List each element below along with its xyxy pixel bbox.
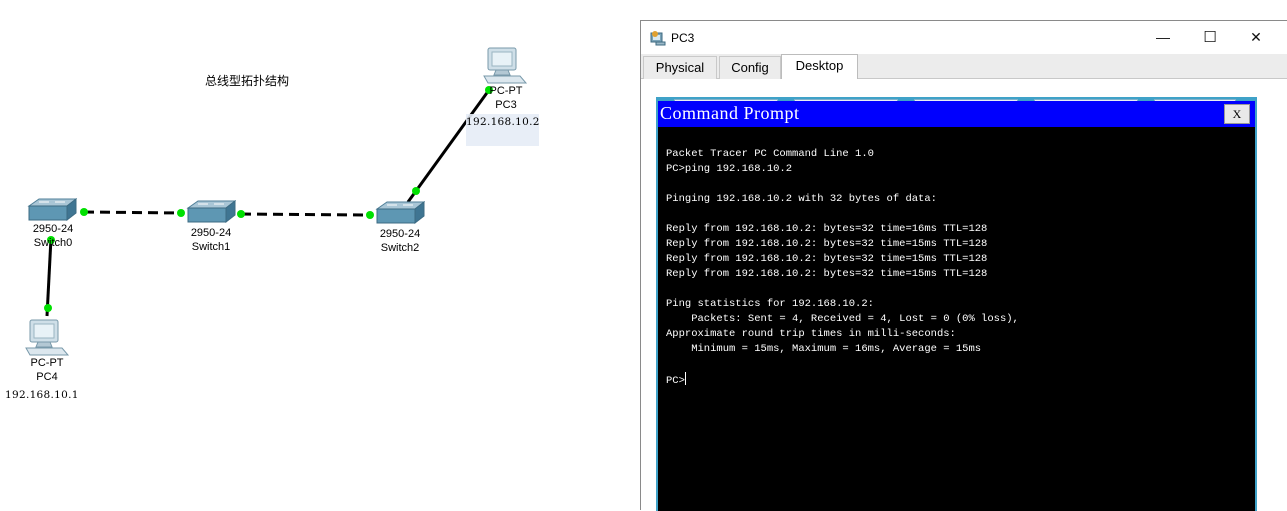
terminal-line: Minimum = 15ms, Maximum = 16ms, Average …: [666, 343, 982, 355]
window-title: PC3: [671, 31, 695, 45]
pc3-window[interactable]: PC3 — ☐ ✕ Physical Config Desktop Comman…: [640, 20, 1287, 511]
topology-canvas[interactable]: 总线型拓扑结构 2950-24 Switch0 2950-24 Switch1 …: [0, 0, 640, 510]
pc-icon: [25, 319, 70, 356]
command-prompt-close-button[interactable]: X: [1224, 104, 1250, 124]
link-switch1-switch2: [240, 212, 371, 217]
link-light: [177, 209, 185, 217]
terminal-line: Approximate round trip times in milli-se…: [666, 328, 956, 340]
maximize-icon: ☐: [1203, 29, 1217, 46]
window-titlebar[interactable]: PC3 — ☐ ✕: [641, 21, 1287, 54]
link-light: [44, 304, 52, 312]
pc3-ip-label: 192.168.10.2: [466, 114, 539, 146]
pc4-ip-label: 192.168.10.1: [5, 389, 79, 401]
pc3-label: PC-PT PC3: [489, 85, 523, 111]
maximize-button[interactable]: ☐: [1187, 21, 1233, 54]
minimize-icon: —: [1156, 29, 1170, 45]
pc-icon: [483, 47, 528, 84]
link-light: [366, 211, 374, 219]
link-light: [237, 210, 245, 218]
tab-bar: Physical Config Desktop: [641, 54, 1287, 80]
link-light: [80, 208, 88, 216]
minimize-button[interactable]: —: [1140, 21, 1186, 54]
switch2-label: 2950-24 Switch2: [379, 228, 421, 254]
terminal-line: Packet Tracer PC Command Line 1.0: [666, 148, 874, 160]
tab-physical[interactable]: Physical: [643, 56, 717, 79]
desktop-panel: Command Prompt X Packet Tracer PC Comman…: [641, 79, 1287, 511]
close-icon: ✕: [1250, 29, 1262, 45]
terminal-line: Reply from 192.168.10.2: bytes=32 time=1…: [666, 238, 988, 250]
command-prompt-titlebar: Command Prompt X: [658, 101, 1255, 127]
terminal-prompt-line[interactable]: PC>: [666, 372, 1019, 389]
switch-icon: [27, 197, 78, 222]
tab-desktop[interactable]: Desktop: [781, 54, 858, 80]
command-prompt-title: Command Prompt: [660, 103, 800, 123]
close-button[interactable]: ✕: [1233, 21, 1279, 54]
terminal-line: Ping statistics for 192.168.10.2:: [666, 298, 874, 310]
switch1-label: 2950-24 Switch1: [190, 227, 232, 253]
terminal-line: PC>ping 192.168.10.2: [666, 163, 793, 175]
link-switch0-switch1: [83, 210, 182, 215]
terminal-line: Reply from 192.168.10.2: bytes=32 time=1…: [666, 268, 988, 280]
terminal-line: Pinging 192.168.10.2 with 32 bytes of da…: [666, 193, 937, 205]
tab-config[interactable]: Config: [719, 56, 781, 79]
link-light: [412, 187, 420, 195]
terminal-prompt: PC>: [666, 375, 685, 387]
switch-icon: [375, 200, 426, 225]
pc4-label: PC-PT PC4: [30, 357, 64, 383]
terminal-line: Packets: Sent = 4, Received = 4, Lost = …: [666, 313, 1019, 325]
text-cursor: [684, 372, 686, 385]
topology-links: [44, 86, 493, 317]
packet-tracer-icon: [650, 31, 666, 46]
terminal-line: Reply from 192.168.10.2: bytes=32 time=1…: [666, 253, 988, 265]
switch-icon: [186, 199, 237, 224]
switch0-label: 2950-24 Switch0: [32, 223, 74, 249]
command-prompt-window[interactable]: Command Prompt X Packet Tracer PC Comman…: [658, 101, 1255, 511]
terminal-line: Reply from 192.168.10.2: bytes=32 time=1…: [666, 223, 988, 235]
terminal-output[interactable]: Packet Tracer PC Command Line 1.0 PC>ping…: [666, 147, 1019, 389]
